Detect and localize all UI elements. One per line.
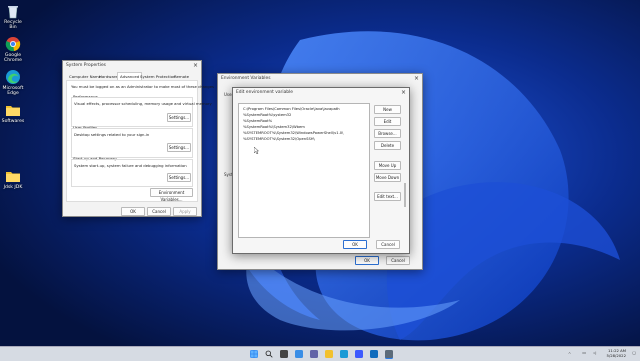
admin-note: You must be logged on as an Administrato… bbox=[71, 84, 215, 89]
task-view-icon[interactable] bbox=[280, 350, 288, 358]
edge-icon[interactable] bbox=[340, 350, 348, 358]
environment-variables-titlebar[interactable]: Environment Variables × bbox=[218, 74, 422, 83]
desktop-icon-label: Jdsk JDK bbox=[3, 185, 23, 190]
mouse-cursor-icon bbox=[254, 147, 259, 154]
window-title: System Properties bbox=[66, 63, 106, 68]
volume-icon[interactable]: ◁ bbox=[588, 350, 596, 355]
recycle-bin-icon bbox=[5, 3, 21, 19]
desktop-icon-label: Softwares bbox=[1, 119, 25, 124]
edit-button[interactable]: Edit bbox=[374, 117, 401, 126]
close-icon[interactable]: × bbox=[414, 74, 419, 83]
desktop-icon-jdk[interactable]: Jdsk JDK bbox=[0, 168, 26, 190]
system-properties-titlebar[interactable]: System Properties × bbox=[63, 61, 201, 70]
startup-recovery-settings-button[interactable]: Settings... bbox=[167, 173, 191, 182]
path-item[interactable]: %SystemRoot%\System32\Wbem bbox=[243, 125, 305, 129]
startup-recovery-desc: System start-up, system failure and debu… bbox=[74, 163, 187, 168]
chevron-up-icon[interactable]: ^ bbox=[568, 351, 571, 356]
move-down-button[interactable]: Move Down bbox=[374, 173, 401, 182]
path-item[interactable]: %SYSTEMROOT%\System32\OpenSSH\ bbox=[243, 137, 315, 141]
path-item[interactable]: %SystemRoot% bbox=[243, 119, 272, 123]
desktop-icon-label: Google Chrome bbox=[3, 53, 23, 64]
apply-button[interactable]: Apply bbox=[173, 207, 197, 216]
path-list[interactable]: C:\Program Files\Common Files\Oracle\Jav… bbox=[238, 103, 370, 238]
widgets-icon[interactable] bbox=[295, 350, 303, 358]
desktop-icon-microsoft-edge[interactable]: Microsoft Edge bbox=[0, 69, 26, 96]
cancel-button[interactable]: Cancel bbox=[147, 207, 171, 216]
edit-ok-button[interactable]: OK bbox=[343, 240, 367, 249]
close-icon[interactable]: × bbox=[193, 61, 198, 70]
chrome-icon bbox=[5, 36, 21, 52]
notifications-icon[interactable]: ▢ bbox=[630, 350, 636, 355]
new-button[interactable]: New bbox=[374, 105, 401, 114]
browse-button[interactable]: Browse... bbox=[374, 129, 401, 138]
delete-button[interactable]: Delete bbox=[374, 141, 401, 150]
performance-settings-button[interactable]: Settings... bbox=[167, 113, 191, 122]
edit-text-button[interactable]: Edit text... bbox=[374, 192, 401, 201]
move-up-button[interactable]: Move Up bbox=[374, 161, 401, 170]
performance-desc: Visual effects, processor scheduling, me… bbox=[74, 101, 212, 106]
system-properties-window: System Properties × Computer Name Hardwa… bbox=[62, 60, 214, 217]
windows-start-icon[interactable] bbox=[250, 350, 258, 358]
env-ok-button[interactable]: OK bbox=[355, 256, 379, 265]
network-icon[interactable]: ▭ bbox=[578, 350, 586, 355]
edit-env-titlebar[interactable]: Edit environment variable × bbox=[233, 88, 409, 97]
window-title: Edit environment variable bbox=[236, 90, 293, 95]
folder-icon bbox=[5, 102, 21, 118]
desktop-icon-label: Microsoft Edge bbox=[2, 86, 24, 97]
user-profiles-settings-button[interactable]: Settings... bbox=[167, 143, 191, 152]
path-item[interactable]: %SystemRoot%\system32 bbox=[243, 113, 291, 117]
desktop-icon-label: Recycle Bin bbox=[4, 20, 22, 31]
advanced-tab-panel: You must be logged on as an Administrato… bbox=[66, 80, 214, 202]
search-icon[interactable] bbox=[265, 350, 273, 358]
ok-button[interactable]: OK bbox=[121, 207, 145, 216]
edge-icon bbox=[5, 69, 21, 85]
mail-icon[interactable] bbox=[370, 350, 378, 358]
edit-cancel-button[interactable]: Cancel bbox=[376, 240, 400, 249]
user-profiles-desc: Desktop settings related to your sign-in bbox=[74, 132, 150, 137]
window-title: Environment Variables bbox=[221, 76, 271, 81]
chat-icon[interactable] bbox=[310, 350, 318, 358]
scrollbar[interactable] bbox=[404, 183, 406, 207]
taskbar: ^ ▭ ◁ 11:22 AM 5/28/2022 ▢ bbox=[0, 346, 640, 361]
desktop-icon-google-chrome[interactable]: Google Chrome bbox=[0, 36, 26, 63]
file-explorer-icon[interactable] bbox=[325, 350, 333, 358]
env-cancel-button[interactable]: Cancel bbox=[386, 256, 410, 265]
environment-variables-button[interactable]: Environment Variables... bbox=[150, 188, 193, 202]
close-icon[interactable]: × bbox=[401, 88, 406, 97]
folder-icon bbox=[5, 168, 21, 184]
edit-environment-variable-dialog: Edit environment variable × C:\Program F… bbox=[232, 87, 410, 254]
clock-date[interactable]: 5/28/2022 bbox=[598, 353, 626, 358]
tab-remote[interactable]: Remote bbox=[172, 73, 191, 80]
path-item[interactable]: C:\Program Files\Common Files\Oracle\Jav… bbox=[243, 107, 340, 111]
desktop-icon-softwares[interactable]: Softwares bbox=[0, 102, 26, 124]
store-icon[interactable] bbox=[355, 350, 363, 358]
system-properties-icon[interactable] bbox=[385, 350, 393, 358]
desktop-icon-recycle-bin[interactable]: Recycle Bin bbox=[0, 3, 26, 30]
path-item[interactable]: %SYSTEMROOT%\System32\WindowsPowerShell\… bbox=[243, 131, 343, 135]
